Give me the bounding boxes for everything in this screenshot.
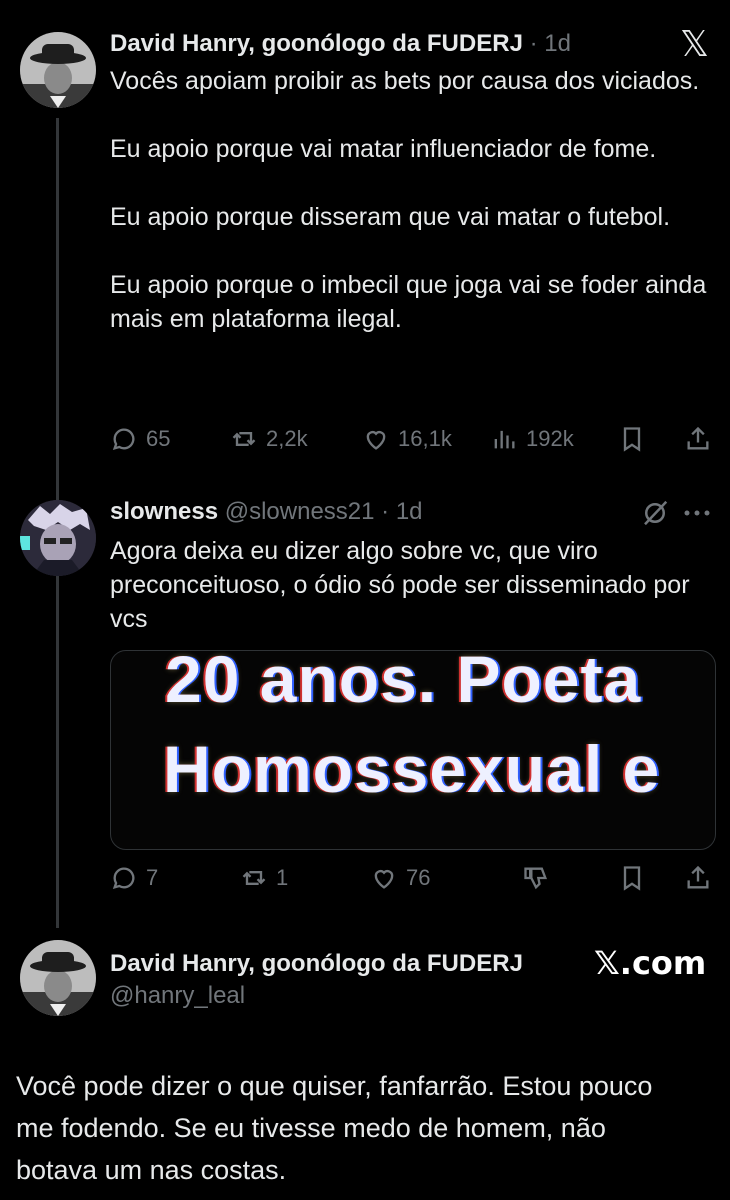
author-name[interactable]: David Hanry, goonólogo da FUDERJ xyxy=(110,30,523,57)
x-logo-icon: 𝕏 xyxy=(680,24,710,65)
dislike-button[interactable] xyxy=(522,864,550,892)
tweet-image[interactable]: 20 anos. Poeta Homossexual e xyxy=(110,650,716,850)
heart-icon xyxy=(374,870,394,889)
avatar[interactable] xyxy=(20,32,96,108)
reply-icon xyxy=(112,428,135,451)
image-text-line: 20 anos. Poeta xyxy=(165,650,642,716)
author-handle[interactable]: @slowness21 xyxy=(225,498,375,525)
grok-icon[interactable] xyxy=(640,498,670,533)
share-button[interactable] xyxy=(684,864,712,892)
bookmark-icon xyxy=(623,427,641,452)
like-button[interactable]: 76 xyxy=(370,864,430,892)
share-icon xyxy=(687,865,709,889)
reply-count: 65 xyxy=(146,426,171,451)
reply-text: Você pode dizer o que quiser, fanfarrão.… xyxy=(16,1071,660,1185)
views-count: 192k xyxy=(526,426,574,451)
repost-count: 2,2k xyxy=(266,426,308,451)
brand-label: 𝕏.com xyxy=(594,944,707,982)
bookmark-icon xyxy=(623,866,641,891)
share-icon xyxy=(687,426,709,450)
like-button[interactable]: 16,1k xyxy=(362,425,452,453)
avatar[interactable] xyxy=(20,940,96,1016)
timestamp[interactable]: · 1d xyxy=(530,30,571,57)
author-name[interactable]: David Hanry, goonólogo da FUDERJ xyxy=(110,950,523,978)
image-text-line: Homossexual e xyxy=(163,732,661,806)
tweet-text: Vocês apoiam proibir as bets por causa d… xyxy=(110,67,707,333)
share-button[interactable] xyxy=(684,425,712,453)
like-count: 76 xyxy=(406,865,431,890)
views-icon xyxy=(494,430,515,449)
like-count: 16,1k xyxy=(398,426,452,451)
reply-count: 7 xyxy=(146,865,159,890)
thumbs-down-icon xyxy=(524,867,548,890)
bookmark-button[interactable] xyxy=(618,864,646,892)
tweet-text: Agora deixa eu dizer algo sobre vc, que … xyxy=(110,537,697,633)
author-name[interactable]: slowness xyxy=(110,498,218,525)
repost-icon xyxy=(232,432,256,446)
reply-button[interactable]: 65 xyxy=(110,425,170,453)
timestamp[interactable]: · 1d xyxy=(381,498,422,525)
reply-icon xyxy=(112,867,135,890)
bookmark-button[interactable] xyxy=(618,425,646,453)
heart-icon xyxy=(366,431,386,450)
views-button[interactable]: 192k xyxy=(490,425,574,453)
avatar[interactable] xyxy=(20,500,96,576)
repost-button[interactable]: 1 xyxy=(240,864,288,892)
reply-button[interactable]: 7 xyxy=(110,864,158,892)
more-icon[interactable] xyxy=(682,506,712,524)
author-handle[interactable]: @hanry_leal xyxy=(110,982,245,1010)
repost-count: 1 xyxy=(276,865,289,890)
repost-button[interactable]: 2,2k xyxy=(230,425,308,453)
repost-icon xyxy=(242,871,266,885)
